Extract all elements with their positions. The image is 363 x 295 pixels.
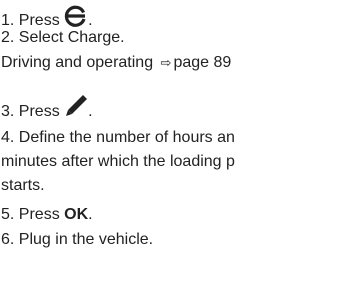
step-6: 6. Plug in the vehicle. <box>1 230 153 249</box>
step-4-text-2: minutes after which the loading p <box>1 153 235 170</box>
step-2-text: 2. Select Charge. <box>1 29 125 46</box>
step-4-line-2: minutes after which the loading p <box>1 152 235 171</box>
step-4-line-3: starts. <box>1 176 45 195</box>
step-5-text: 5. Press <box>1 206 65 223</box>
ok-label: OK <box>64 206 89 223</box>
page-reference[interactable]: Driving and operating ⇨ page 89 <box>1 53 231 72</box>
step-6-text: 6. Plug in the vehicle. <box>1 231 154 248</box>
step-4-text-1: 4. Define the number of hours an <box>1 129 235 146</box>
page-reference-section: Driving and operating <box>1 54 154 71</box>
step-2: 2. Select Charge. <box>1 28 125 47</box>
arrow-right-icon: ⇨ <box>160 56 172 71</box>
step-1: 1. Press . <box>1 3 93 29</box>
step-3-text: 3. Press <box>1 103 60 120</box>
step-4-line-1: 4. Define the number of hours an <box>1 128 235 147</box>
step-3: 3. Press . <box>1 92 93 120</box>
step-1-text: 1. Press <box>1 12 60 29</box>
step-5: 5. Press OK. <box>1 205 93 224</box>
step-1-period: . <box>88 12 93 29</box>
pencil-edit-icon <box>64 94 88 118</box>
step-5-period: . <box>88 206 93 223</box>
eco-charge-icon <box>64 5 88 27</box>
step-3-period: . <box>88 103 93 120</box>
page-reference-page: page 89 <box>173 54 232 71</box>
step-4-text-3: starts. <box>1 177 45 194</box>
